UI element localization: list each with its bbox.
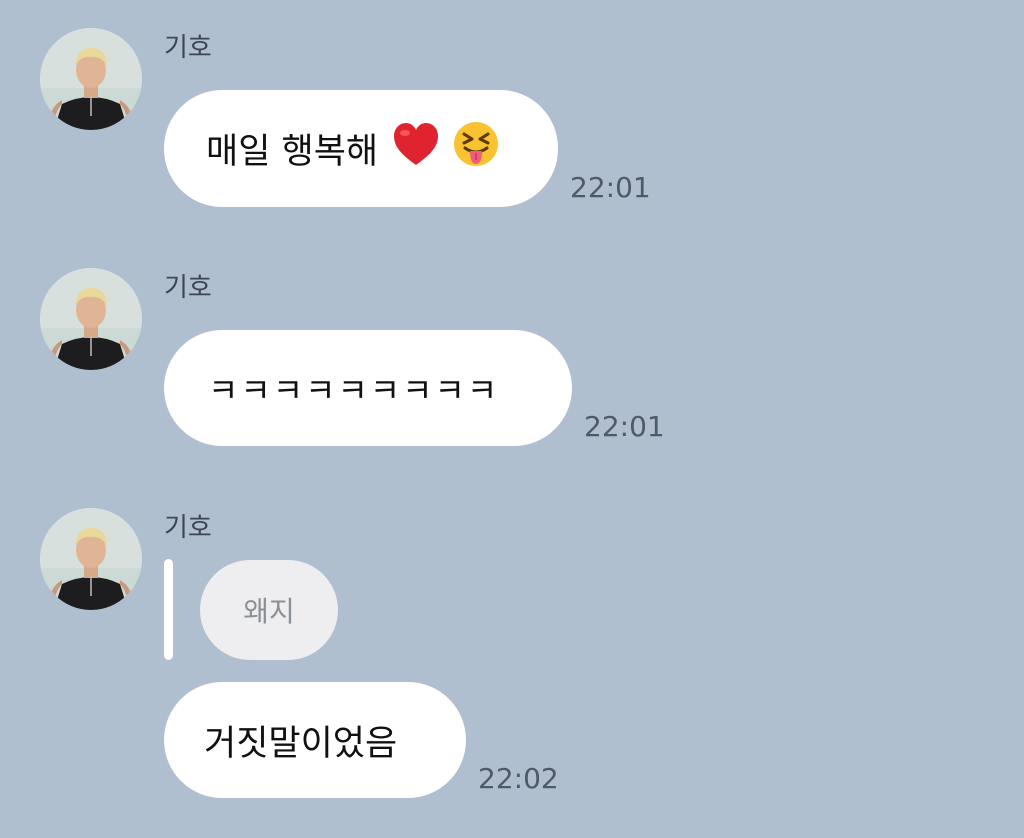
- squinting-face-with-tongue-emoji: [452, 120, 500, 177]
- quoted-message-text: 왜지: [243, 595, 295, 628]
- avatar-photo: [40, 28, 142, 130]
- sender-avatar[interactable]: [40, 508, 142, 610]
- sender-name: 기호: [164, 513, 212, 543]
- sender-avatar[interactable]: [40, 28, 142, 130]
- message-timestamp: 22:01: [584, 410, 665, 443]
- sender-avatar[interactable]: [40, 268, 142, 370]
- red-heart-emoji: [392, 121, 440, 176]
- avatar-photo: [40, 508, 142, 610]
- message-bubble[interactable]: ㅋㅋㅋㅋㅋㅋㅋㅋㅋ: [164, 330, 572, 446]
- sender-name: 기호: [164, 273, 212, 303]
- message-timestamp: 22:01: [570, 171, 651, 204]
- message-bubble[interactable]: 거짓말이었음: [164, 682, 466, 798]
- message-text: 매일 행복해: [206, 132, 379, 172]
- message-bubble[interactable]: 매일 행복해: [164, 90, 558, 207]
- chat-thread: 기호 매일 행복해 22:01 기호 ㅋㅋㅋㅋㅋㅋㅋㅋㅋ 22:01 기호 왜지…: [0, 0, 1024, 838]
- avatar-photo: [40, 268, 142, 370]
- quoted-message[interactable]: 왜지: [200, 560, 338, 660]
- message-text: ㅋㅋㅋㅋㅋㅋㅋㅋㅋ: [208, 371, 500, 410]
- reply-quote-bar: [164, 559, 173, 660]
- message-text: 거짓말이었음: [204, 723, 398, 764]
- sender-name: 기호: [164, 33, 212, 63]
- message-timestamp: 22:02: [478, 762, 559, 795]
